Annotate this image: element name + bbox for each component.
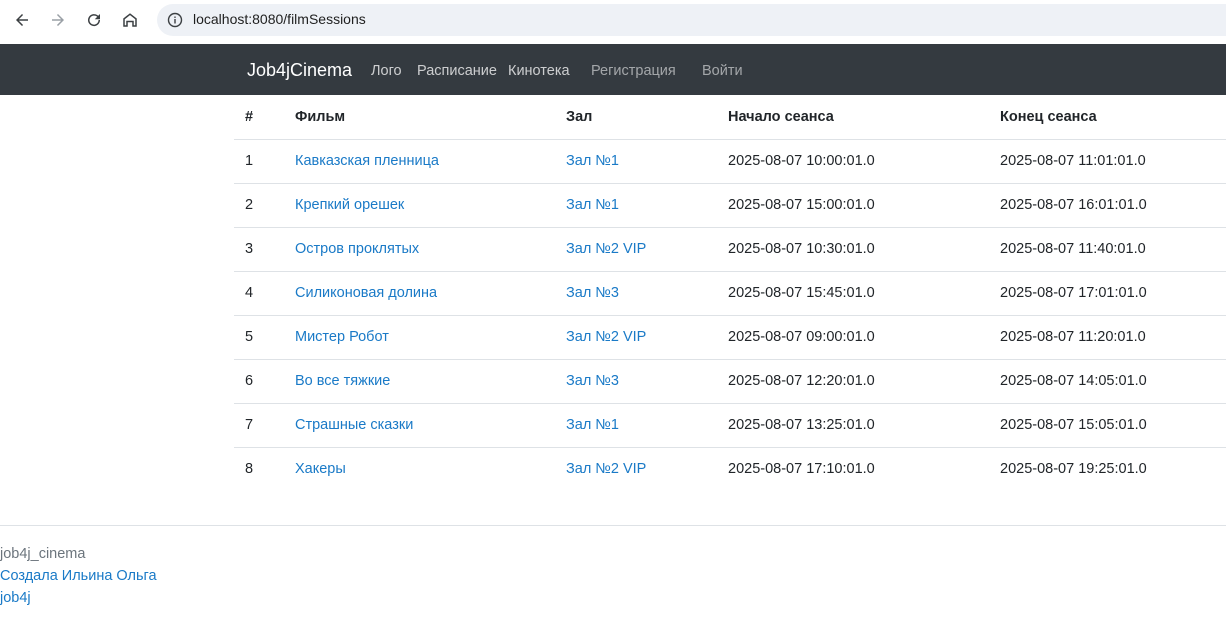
table-row: 5 Мистер Робот Зал №2 VIP 2025-08-07 09:… <box>234 315 1226 360</box>
session-end: 2025-08-07 11:40:01.0 <box>989 227 1226 272</box>
row-number: 3 <box>234 227 284 272</box>
forward-arrow-icon[interactable] <box>46 8 70 32</box>
session-start: 2025-08-07 09:00:01.0 <box>717 315 989 360</box>
film-link[interactable]: Страшные сказки <box>295 417 413 433</box>
session-end: 2025-08-07 15:05:01.0 <box>989 403 1226 448</box>
table-row: 1 Кавказская пленница Зал №1 2025-08-07 … <box>234 139 1226 184</box>
film-link[interactable]: Хакеры <box>295 461 346 477</box>
footer-author-link[interactable]: Создала Ильина Ольга <box>0 565 157 587</box>
session-end: 2025-08-07 17:01:01.0 <box>989 271 1226 316</box>
session-start: 2025-08-07 12:20:01.0 <box>717 359 989 404</box>
header-number: # <box>234 95 284 140</box>
session-start: 2025-08-07 10:00:01.0 <box>717 139 989 184</box>
row-number: 1 <box>234 139 284 184</box>
hall-link[interactable]: Зал №2 VIP <box>566 461 646 477</box>
row-number: 5 <box>234 315 284 360</box>
session-start: 2025-08-07 15:00:01.0 <box>717 183 989 228</box>
hall-link[interactable]: Зал №2 VIP <box>566 241 646 257</box>
row-number: 4 <box>234 271 284 316</box>
hall-link[interactable]: Зал №1 <box>566 417 619 433</box>
info-icon[interactable] <box>167 12 183 28</box>
hall-link[interactable]: Зал №3 <box>566 373 619 389</box>
footer-project-name: job4j_cinema <box>0 546 86 562</box>
app-navbar: Job4jCinema Лого Расписание Кинотека Рег… <box>0 44 1226 95</box>
row-number: 7 <box>234 403 284 448</box>
table-row: 8 Хакеры Зал №2 VIP 2025-08-07 17:10:01.… <box>234 447 1226 491</box>
url-text[interactable]: localhost:8080/filmSessions <box>193 11 366 27</box>
hall-link[interactable]: Зал №1 <box>566 153 619 169</box>
footer-job4j-link[interactable]: job4j <box>0 587 157 609</box>
reload-icon[interactable] <box>82 8 106 32</box>
header-film: Фильм <box>284 95 555 140</box>
nav-link-logo[interactable]: Лого <box>371 63 402 79</box>
browser-toolbar: localhost:8080/filmSessions <box>0 0 1226 44</box>
table-row: 2 Крепкий орешек Зал №1 2025-08-07 15:00… <box>234 183 1226 228</box>
session-end: 2025-08-07 11:01:01.0 <box>989 139 1226 184</box>
nav-link-register[interactable]: Регистрация <box>591 63 676 79</box>
film-link[interactable]: Крепкий орешек <box>295 197 404 213</box>
sessions-table: # Фильм Зал Начало сеанса Конец сеанса 1… <box>234 95 1226 491</box>
table-row: 7 Страшные сказки Зал №1 2025-08-07 13:2… <box>234 403 1226 448</box>
film-link[interactable]: Мистер Робот <box>295 329 389 345</box>
film-link[interactable]: Во все тяжкие <box>295 373 390 389</box>
nav-link-films[interactable]: Кинотека <box>508 63 570 79</box>
hall-link[interactable]: Зал №1 <box>566 197 619 213</box>
table-row: 6 Во все тяжкие Зал №3 2025-08-07 12:20:… <box>234 359 1226 404</box>
address-bar[interactable]: localhost:8080/filmSessions <box>157 4 1226 36</box>
home-icon[interactable] <box>118 8 142 32</box>
nav-link-login[interactable]: Войти <box>702 63 743 79</box>
hall-link[interactable]: Зал №2 VIP <box>566 329 646 345</box>
header-hall: Зал <box>555 95 717 140</box>
film-link[interactable]: Силиконовая долина <box>295 285 437 301</box>
hall-link[interactable]: Зал №3 <box>566 285 619 301</box>
row-number: 8 <box>245 461 254 478</box>
session-end: 2025-08-07 14:05:01.0 <box>989 359 1226 404</box>
session-end: 2025-08-07 16:01:01.0 <box>989 183 1226 228</box>
header-start: Начало сеанса <box>717 95 989 140</box>
footer-divider <box>0 525 1226 526</box>
brand-link[interactable]: Job4jCinema <box>247 60 352 81</box>
table-row: 4 Силиконовая долина Зал №3 2025-08-07 1… <box>234 271 1226 316</box>
page-footer: job4j_cinema Создала Ильина Ольга job4j <box>0 543 157 609</box>
row-number: 2 <box>234 183 284 228</box>
session-start: 2025-08-07 15:45:01.0 <box>717 271 989 316</box>
session-end: 2025-08-07 11:20:01.0 <box>989 315 1226 360</box>
back-arrow-icon[interactable] <box>10 8 34 32</box>
session-start: 2025-08-07 17:10:01.0 <box>728 461 875 478</box>
nav-link-schedule[interactable]: Расписание <box>417 63 497 79</box>
table-row: 3 Остров проклятых Зал №2 VIP 2025-08-07… <box>234 227 1226 272</box>
table-header-row: # Фильм Зал Начало сеанса Конец сеанса <box>234 95 1226 140</box>
film-link[interactable]: Остров проклятых <box>295 241 419 257</box>
header-end: Конец сеанса <box>989 95 1226 140</box>
session-end: 2025-08-07 19:25:01.0 <box>1000 461 1147 478</box>
row-number: 6 <box>234 359 284 404</box>
film-link[interactable]: Кавказская пленница <box>295 153 439 169</box>
session-start: 2025-08-07 13:25:01.0 <box>717 403 989 448</box>
sessions-table-container: # Фильм Зал Начало сеанса Конец сеанса 1… <box>234 95 1226 491</box>
session-start: 2025-08-07 10:30:01.0 <box>717 227 989 272</box>
